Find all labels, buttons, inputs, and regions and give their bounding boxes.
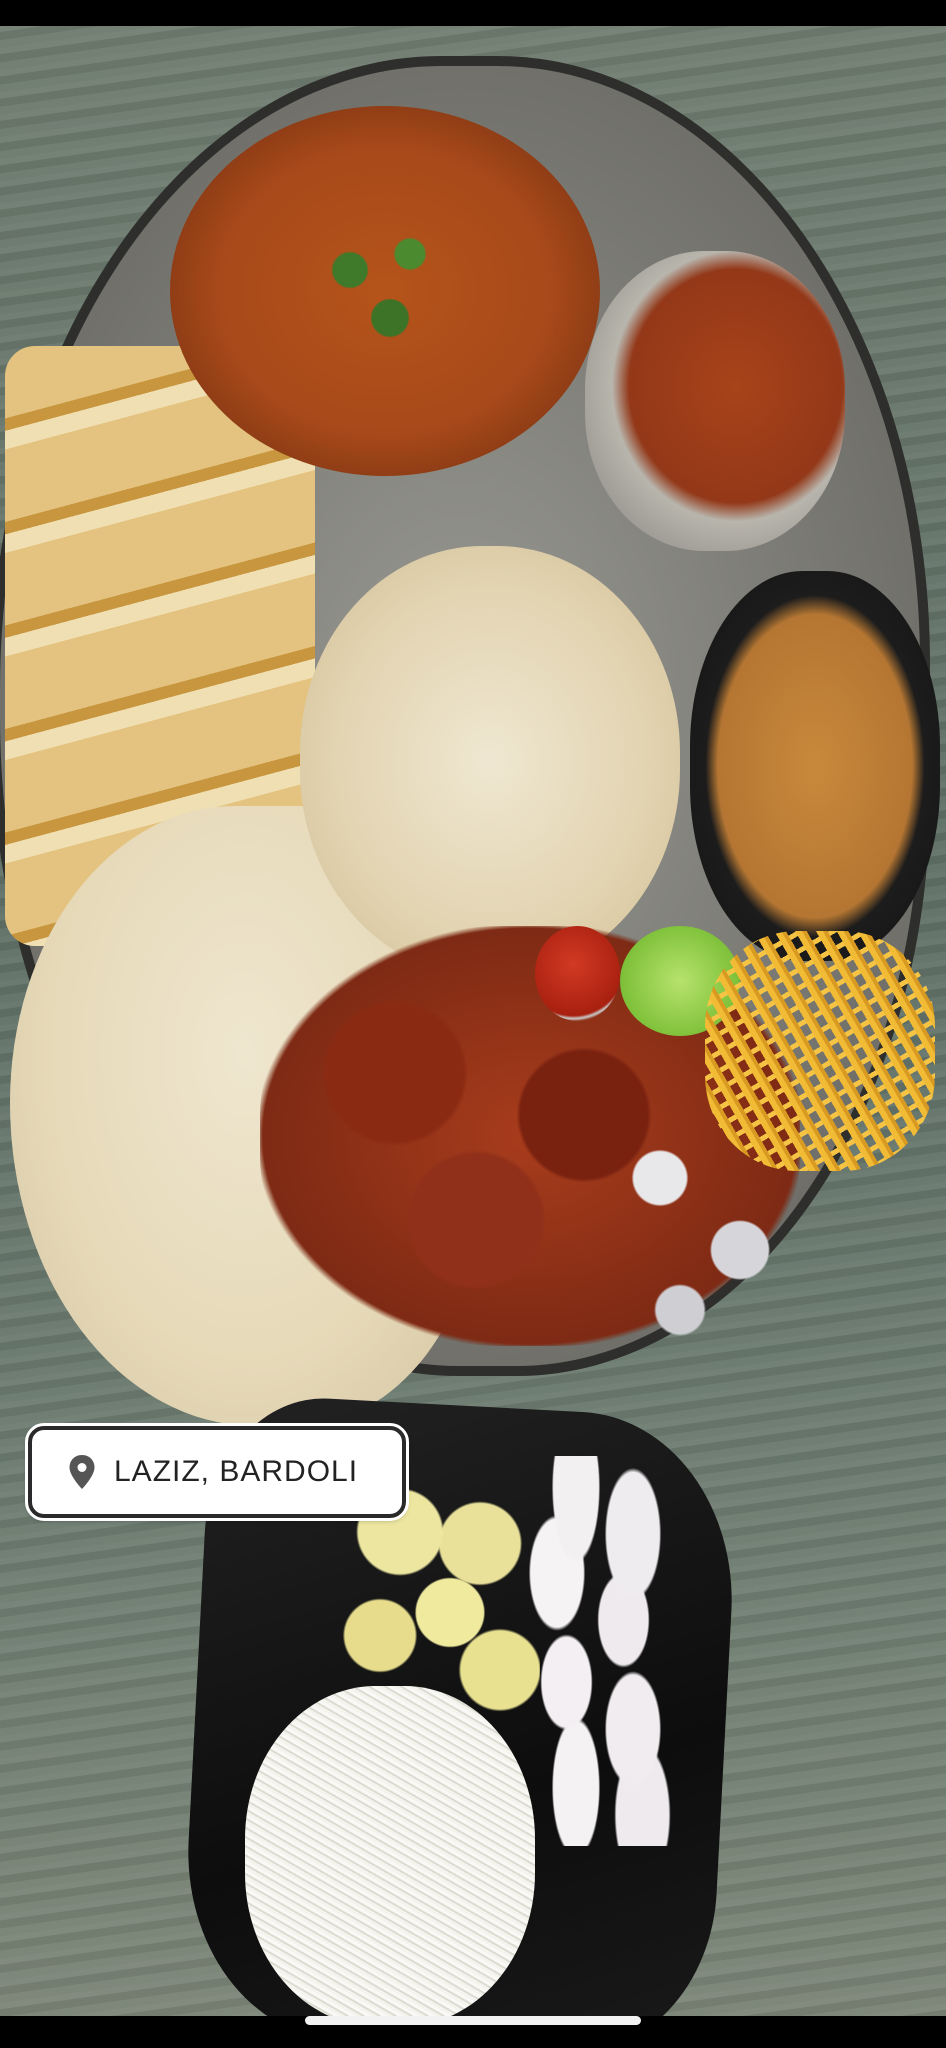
onion-rings [500,1456,690,1846]
food-photo: LAZIZ, BARDOLI [0,26,946,2016]
status-bar [0,0,946,26]
location-pin-icon [69,1455,95,1489]
foil-wrap [600,1106,800,1346]
rice-portion [300,546,680,976]
gravy-bowl [585,251,845,551]
shredded-cabbage [245,1686,535,2016]
coriander-garnish [290,206,490,366]
curry-bowl [170,106,600,476]
location-label: LAZIZ, BARDOLI [114,1455,359,1488]
home-indicator[interactable] [305,2016,641,2025]
location-sticker[interactable]: LAZIZ, BARDOLI [25,1423,409,1521]
ketchup-cup [535,926,620,1021]
fried-rice-bowl [690,571,940,961]
